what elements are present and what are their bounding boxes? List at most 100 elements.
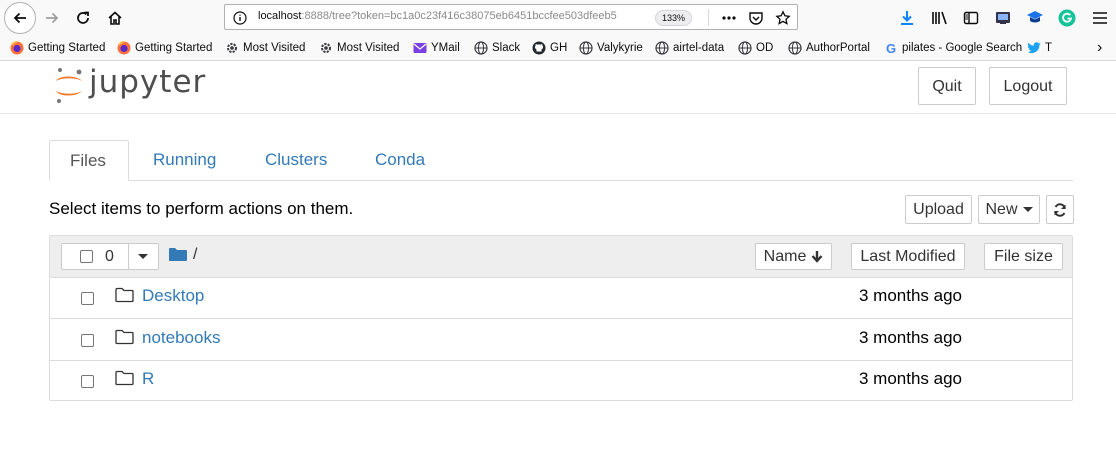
bookmarks-toolbar: Getting Started Getting Started Most Vis… (0, 36, 1116, 61)
column-file-size-label: File size (994, 247, 1053, 265)
gear-icon (225, 41, 239, 55)
url-bar[interactable]: localhost:8888/tree?token=bc1a0c23f416c3… (224, 4, 798, 30)
row-checkbox[interactable] (81, 292, 94, 305)
logout-button[interactable]: Logout (989, 67, 1067, 105)
tab-bar: Files Running Clusters Conda (49, 140, 1073, 181)
back-button[interactable] (4, 2, 36, 34)
bookmark-label: Getting Started (28, 42, 106, 54)
upload-button[interactable]: Upload (905, 195, 972, 224)
menu-icon[interactable] (1090, 8, 1110, 28)
browser-toolbar: localhost:8888/tree?token=bc1a0c23f416c3… (0, 0, 1116, 36)
tab-conda[interactable]: Conda (355, 140, 445, 180)
home-button[interactable] (101, 4, 129, 32)
bookmark-valykyrie[interactable]: Valykyrie (579, 39, 643, 57)
reload-icon (77, 11, 89, 24)
forward-button[interactable] (38, 4, 66, 32)
globe-icon (655, 41, 669, 55)
firefox-icon (117, 41, 131, 55)
pocket-icon[interactable] (747, 9, 765, 27)
globe-icon (474, 41, 488, 55)
bookmark-most-visited[interactable]: Most Visited (225, 39, 305, 57)
file-row[interactable]: notebooks 3 months ago (50, 319, 1072, 361)
folder-icon (115, 287, 134, 303)
row-checkbox[interactable] (81, 375, 94, 388)
file-row[interactable]: R 3 months ago (50, 360, 1072, 401)
arrow-down-icon (811, 251, 823, 263)
tab-running[interactable]: Running (133, 140, 236, 180)
jupyter-logo-icon (56, 68, 82, 103)
more-icon[interactable] (720, 9, 738, 27)
file-modified-time: 3 months ago (859, 369, 963, 388)
quit-button[interactable]: Quit (918, 67, 976, 105)
file-list: 0 / Name Last Modified File size Desktop… (49, 235, 1073, 401)
globe-icon (738, 41, 752, 55)
bookmark-label: Valykyrie (597, 42, 643, 54)
bookmark-most-visited-2[interactable]: Most Visited (319, 39, 399, 57)
new-label: New (985, 200, 1018, 218)
url-divider (708, 9, 709, 26)
sort-by-file-size-button[interactable]: File size (984, 243, 1063, 270)
bookmarks-overflow-chevron-icon[interactable]: › (1097, 39, 1102, 57)
folder-icon[interactable] (169, 247, 187, 267)
firefox-icon (10, 41, 24, 55)
select-all-checkbox[interactable] (80, 250, 93, 263)
globe-icon (579, 41, 593, 55)
extension-icon[interactable] (1025, 8, 1045, 28)
url-text[interactable]: localhost:8888/tree?token=bc1a0c23f416c3… (258, 10, 648, 22)
github-icon (532, 41, 546, 55)
bookmark-ymail[interactable]: YMail (413, 39, 460, 57)
bookmark-getting-started-2[interactable]: Getting Started (117, 39, 212, 57)
bookmark-airtel-data[interactable]: airtel-data (655, 39, 724, 57)
new-dropdown-button[interactable]: New (978, 195, 1040, 224)
file-name-link[interactable]: R (142, 369, 154, 389)
grammarly-icon[interactable] (1057, 8, 1077, 28)
file-modified-time: 3 months ago (859, 286, 963, 305)
bookmark-label: AuthorPortal (806, 42, 870, 54)
file-row[interactable]: Desktop 3 months ago (50, 277, 1072, 319)
jupyter-logo[interactable]: jupyter (53, 64, 206, 104)
upload-label: Upload (913, 200, 964, 218)
info-icon[interactable] (231, 9, 249, 27)
sort-by-name-button[interactable]: Name (755, 243, 832, 270)
bookmark-label: Slack (492, 42, 521, 54)
library-icon[interactable] (930, 8, 950, 28)
refresh-button[interactable] (1046, 195, 1074, 224)
caret-down-icon (138, 254, 148, 259)
breadcrumb-path[interactable]: / (193, 246, 197, 264)
selection-hint: Select items to perform actions on them. (49, 199, 354, 218)
folder-icon (115, 370, 134, 386)
mail-icon (413, 41, 427, 55)
sidebar-icon[interactable] (961, 8, 981, 28)
globe-icon (788, 41, 802, 55)
bookmark-authorportal[interactable]: AuthorPortal (788, 39, 870, 57)
tab-files[interactable]: Files (49, 140, 129, 181)
reload-button[interactable] (69, 4, 97, 32)
bookmark-label: Most Visited (337, 42, 400, 54)
bookmark-gh[interactable]: GH (532, 39, 567, 57)
screenshot-icon[interactable] (993, 8, 1013, 28)
file-name-link[interactable]: notebooks (142, 328, 220, 348)
bookmark-t[interactable]: T (1027, 39, 1052, 57)
sort-by-last-modified-button[interactable]: Last Modified (851, 243, 965, 270)
bookmark-label: T (1045, 42, 1053, 54)
bookmark-label: pilates - Google Search (902, 42, 1023, 54)
bookmark-getting-started[interactable]: Getting Started (10, 39, 105, 57)
jupyter-header: jupyter Quit Logout (0, 61, 1116, 114)
home-icon (108, 11, 122, 25)
download-icon[interactable] (897, 8, 917, 28)
column-last-modified-label: Last Modified (860, 247, 956, 265)
tab-clusters[interactable]: Clusters (245, 140, 347, 180)
star-icon[interactable] (774, 9, 792, 27)
zoom-level-badge[interactable]: 133% (655, 10, 693, 26)
bookmark-label: OD (756, 42, 774, 54)
select-all-dropdown[interactable]: 0 (61, 243, 159, 270)
column-name-label: Name (763, 247, 807, 265)
file-name-link[interactable]: Desktop (142, 286, 204, 306)
refresh-icon (1054, 202, 1066, 217)
selected-count: 0 (105, 247, 114, 265)
bookmark-pilates-google-search[interactable]: G pilates - Google Search (884, 39, 1022, 57)
row-checkbox[interactable] (81, 334, 94, 347)
bookmark-od[interactable]: OD (738, 39, 773, 57)
back-icon (13, 12, 26, 24)
bookmark-slack[interactable]: Slack (474, 39, 520, 57)
